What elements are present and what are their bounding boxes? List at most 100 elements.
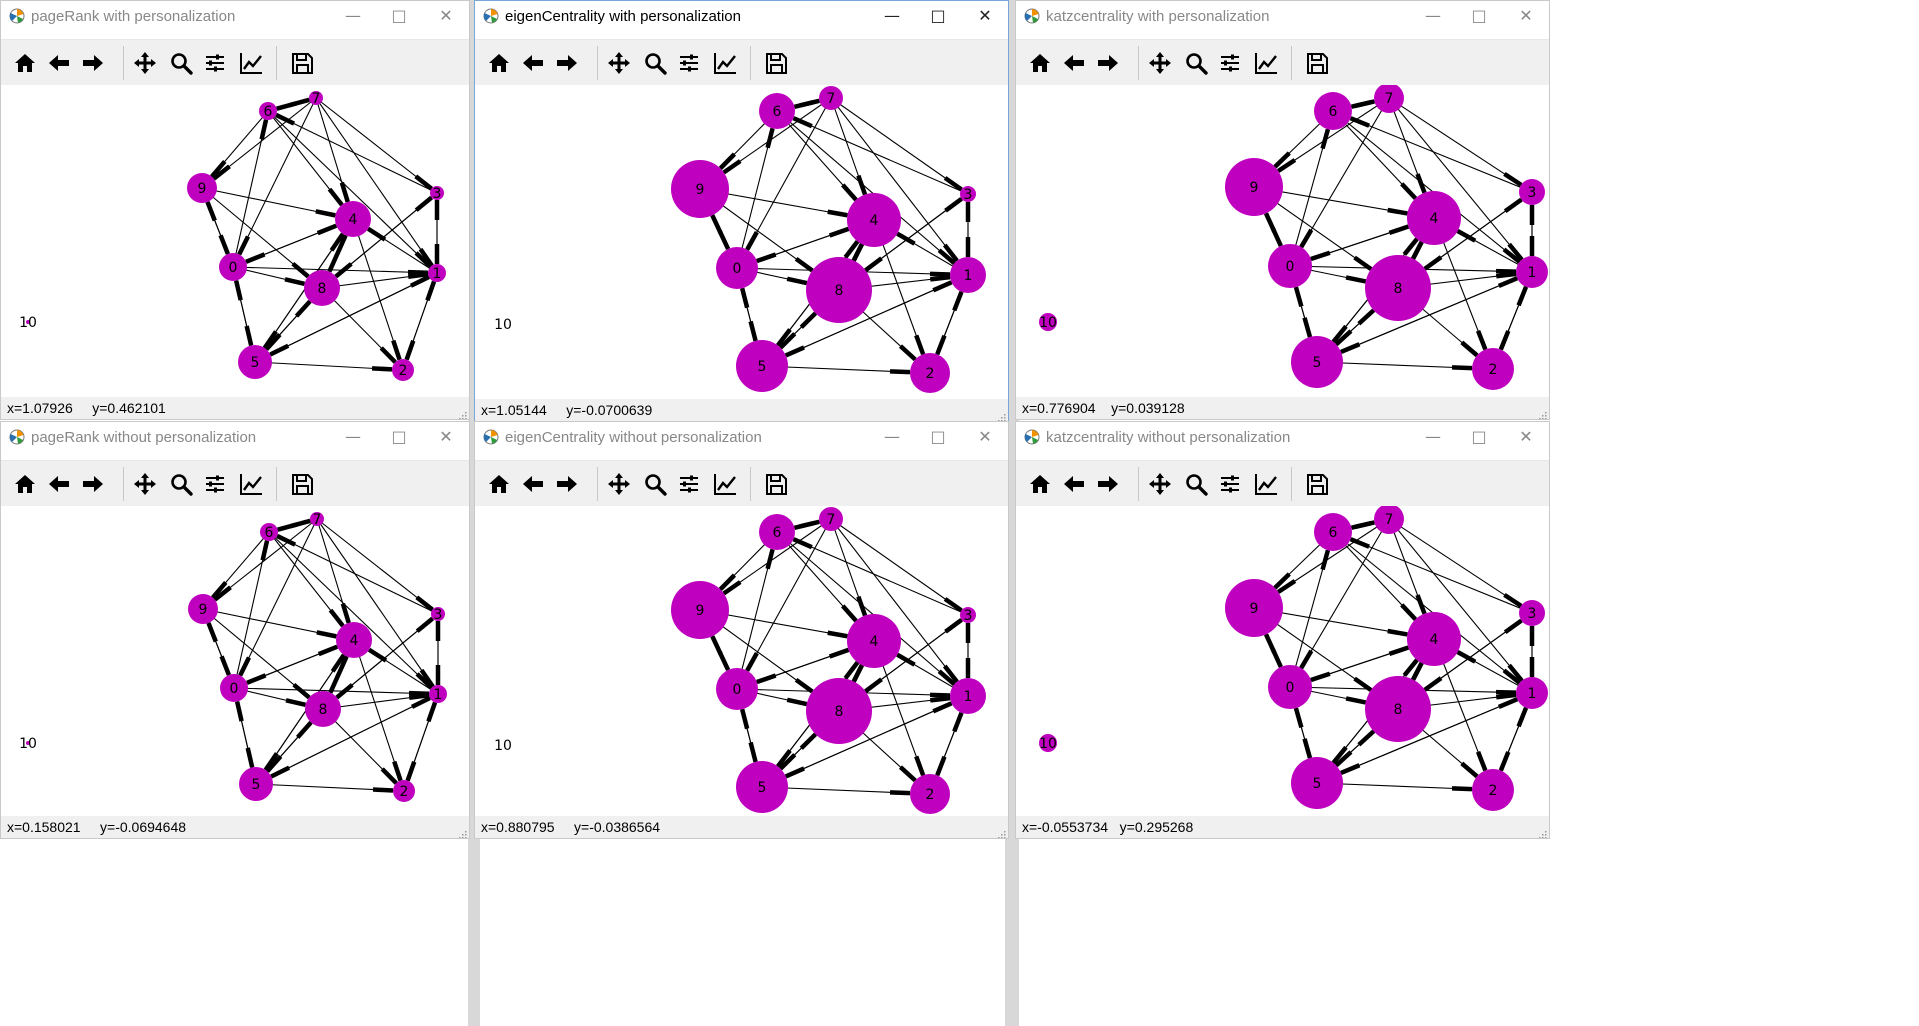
back-arrow-button[interactable] bbox=[45, 470, 73, 498]
maximize-button[interactable]: □ bbox=[923, 425, 953, 449]
pan-button[interactable] bbox=[605, 470, 633, 498]
figure-canvas[interactable]: 0 1 2 3 4 5 6 7 8 9 10 bbox=[1016, 85, 1549, 397]
configure-subplots-button[interactable] bbox=[1216, 49, 1244, 77]
home-button[interactable] bbox=[485, 470, 513, 498]
edit-axis-button[interactable] bbox=[237, 49, 265, 77]
title-bar[interactable]: eigenCentrality with personalization — □ ✕ bbox=[475, 1, 1008, 31]
figure-window[interactable]: katzcentrality without personalization — □… bbox=[1015, 421, 1550, 839]
pan-button[interactable] bbox=[605, 49, 633, 77]
back-arrow-button[interactable] bbox=[45, 49, 73, 77]
edit-axis-button[interactable] bbox=[237, 470, 265, 498]
save-button[interactable] bbox=[288, 49, 316, 77]
zoom-button[interactable] bbox=[1182, 49, 1210, 77]
save-button[interactable] bbox=[762, 470, 790, 498]
home-button[interactable] bbox=[11, 470, 39, 498]
edge-arrow bbox=[1350, 99, 1372, 109]
maximize-button[interactable]: □ bbox=[1464, 425, 1494, 449]
zoom-button[interactable] bbox=[167, 470, 195, 498]
save-button[interactable] bbox=[288, 470, 316, 498]
pan-button[interactable] bbox=[131, 49, 159, 77]
maximize-button[interactable]: □ bbox=[384, 4, 414, 28]
edit-axis-button[interactable] bbox=[1252, 49, 1280, 77]
zoom-button[interactable] bbox=[167, 49, 195, 77]
resize-grip[interactable] bbox=[996, 409, 1006, 421]
resize-grip[interactable] bbox=[1537, 407, 1547, 419]
edit-axis-button[interactable] bbox=[1252, 470, 1280, 498]
forward-arrow-button[interactable] bbox=[1094, 49, 1122, 77]
close-button[interactable]: ✕ bbox=[1511, 4, 1541, 28]
forward-arrow-button[interactable] bbox=[79, 49, 107, 77]
maximize-button[interactable]: □ bbox=[1464, 4, 1494, 28]
edge-arrow bbox=[233, 280, 243, 301]
title-bar[interactable]: katzcentrality without personalization — □… bbox=[1016, 422, 1549, 452]
edit-axis-button[interactable] bbox=[711, 470, 739, 498]
configure-subplots-button[interactable] bbox=[201, 49, 229, 77]
minimize-button[interactable]: — bbox=[338, 425, 368, 449]
home-button[interactable] bbox=[11, 49, 39, 77]
minimize-button[interactable]: — bbox=[338, 4, 368, 28]
title-bar[interactable]: katzcentrality with personalization — □ ✕ bbox=[1016, 1, 1549, 31]
back-arrow-button[interactable] bbox=[519, 470, 547, 498]
forward-arrow-button[interactable] bbox=[79, 470, 107, 498]
figure-window[interactable]: katzcentrality with personalization — □ ✕ 0 1… bbox=[1015, 0, 1550, 420]
close-button[interactable]: ✕ bbox=[1511, 425, 1541, 449]
minimize-button[interactable]: — bbox=[877, 4, 907, 28]
edit-axis-button[interactable] bbox=[711, 49, 739, 77]
zoom-button[interactable] bbox=[1182, 470, 1210, 498]
pan-button[interactable] bbox=[131, 470, 159, 498]
pan-icon bbox=[134, 52, 156, 74]
edge-arrow bbox=[793, 99, 815, 109]
figure-window[interactable]: eigenCentrality with personalization — □ ✕ 0… bbox=[474, 0, 1009, 422]
zoom-button[interactable] bbox=[641, 49, 669, 77]
edge-arrow bbox=[206, 622, 218, 643]
save-button[interactable] bbox=[762, 49, 790, 77]
title-bar[interactable]: pageRank with personalization — □ ✕ bbox=[1, 1, 469, 31]
figure-window[interactable]: pageRank with personalization — □ ✕ 0 1 2 3 4 5 6 7… bbox=[0, 0, 470, 420]
edge-arrow bbox=[1293, 286, 1304, 308]
figure-canvas[interactable]: 0 1 2 3 4 5 6 7 8 9 10 bbox=[1, 85, 469, 397]
resize-grip[interactable] bbox=[457, 407, 467, 419]
forward-arrow-icon bbox=[1098, 55, 1118, 71]
resize-grip[interactable] bbox=[457, 826, 467, 838]
maximize-button[interactable]: □ bbox=[923, 4, 953, 28]
save-button[interactable] bbox=[1303, 470, 1331, 498]
back-arrow-button[interactable] bbox=[1060, 470, 1088, 498]
figure-window[interactable]: pageRank without personalization — □ ✕ 0 1 2 3 4… bbox=[0, 421, 470, 839]
resize-grip[interactable] bbox=[1537, 826, 1547, 838]
minimize-button[interactable]: — bbox=[1418, 425, 1448, 449]
pan-button[interactable] bbox=[1146, 470, 1174, 498]
close-button[interactable]: ✕ bbox=[431, 4, 461, 28]
configure-subplots-button[interactable] bbox=[201, 470, 229, 498]
minimize-button[interactable]: — bbox=[1418, 4, 1448, 28]
node-label-4: 4 bbox=[870, 634, 879, 650]
title-bar[interactable]: pageRank without personalization — □ ✕ bbox=[1, 422, 469, 452]
app-icon bbox=[9, 429, 25, 445]
configure-subplots-button[interactable] bbox=[1216, 470, 1244, 498]
maximize-button[interactable]: □ bbox=[384, 425, 414, 449]
figure-window[interactable]: eigenCentrality without personalization —… bbox=[474, 421, 1009, 839]
forward-arrow-button[interactable] bbox=[553, 49, 581, 77]
close-button[interactable]: ✕ bbox=[970, 4, 1000, 28]
home-button[interactable] bbox=[1026, 49, 1054, 77]
figure-canvas[interactable]: 0 1 2 3 4 5 6 7 8 9 10 bbox=[475, 85, 1008, 399]
forward-arrow-button[interactable] bbox=[1094, 470, 1122, 498]
home-button[interactable] bbox=[485, 49, 513, 77]
forward-arrow-button[interactable] bbox=[553, 470, 581, 498]
back-arrow-button[interactable] bbox=[1060, 49, 1088, 77]
pan-button[interactable] bbox=[1146, 49, 1174, 77]
save-button[interactable] bbox=[1303, 49, 1331, 77]
configure-subplots-button[interactable] bbox=[675, 470, 703, 498]
minimize-button[interactable]: — bbox=[877, 425, 907, 449]
figure-canvas[interactable]: 0 1 2 3 4 5 6 7 8 9 10 bbox=[1016, 506, 1549, 816]
title-bar[interactable]: eigenCentrality without personalization —… bbox=[475, 422, 1008, 452]
close-button[interactable]: ✕ bbox=[970, 425, 1000, 449]
configure-subplots-button[interactable] bbox=[675, 49, 703, 77]
figure-canvas[interactable]: 0 1 2 3 4 5 6 7 8 9 10 bbox=[1, 506, 469, 816]
home-button[interactable] bbox=[1026, 470, 1054, 498]
zoom-button[interactable] bbox=[641, 470, 669, 498]
back-arrow-button[interactable] bbox=[519, 49, 547, 77]
resize-grip[interactable] bbox=[996, 826, 1006, 838]
node-label-3: 3 bbox=[964, 608, 973, 624]
figure-canvas[interactable]: 0 1 2 3 4 5 6 7 8 9 10 bbox=[475, 506, 1008, 816]
close-button[interactable]: ✕ bbox=[431, 425, 461, 449]
